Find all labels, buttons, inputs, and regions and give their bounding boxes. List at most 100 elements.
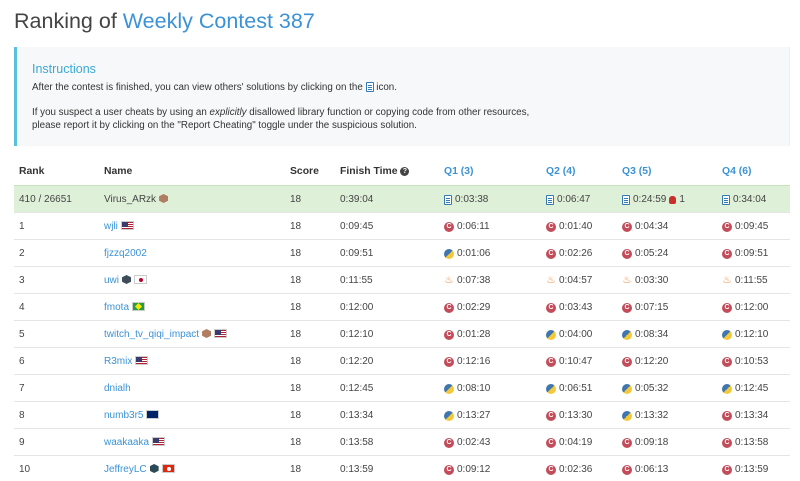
submission-time[interactable]: 0:01:28 [457,329,490,340]
col-q4-header[interactable]: Q4 (6) [722,166,751,177]
submission-time[interactable]: 0:09:18 [635,437,668,448]
python-lang-icon[interactable] [444,248,454,259]
col-q1-header[interactable]: Q1 (3) [444,166,473,177]
submission-time[interactable]: 0:09:45 [735,221,768,232]
submission-time[interactable]: 0:34:04 [733,194,766,205]
java-lang-icon[interactable]: ♨ [722,275,732,286]
submission-time[interactable]: 0:13:34 [735,410,768,421]
cpp-lang-icon[interactable]: C [722,464,732,475]
cpp-lang-icon[interactable]: C [546,302,556,313]
cpp-lang-icon[interactable]: C [722,356,732,367]
cpp-lang-icon[interactable]: C [722,437,732,448]
submission-time[interactable]: 0:01:40 [559,221,592,232]
user-link[interactable]: R3mix [104,356,132,367]
user-link[interactable]: JeffreyLC [104,464,147,475]
python-lang-icon[interactable] [722,383,732,394]
user-link[interactable]: uwi [104,275,119,286]
python-lang-icon[interactable] [622,410,632,421]
submission-time[interactable]: 0:04:34 [635,221,668,232]
user-link[interactable]: fjzzq2002 [104,248,147,259]
submission-time[interactable]: 0:12:45 [735,383,768,394]
submission-time[interactable]: 0:13:30 [559,410,592,421]
submission-time[interactable]: 0:06:11 [457,221,490,232]
cpp-lang-icon[interactable]: C [722,248,732,259]
user-link[interactable]: numb3r5 [104,410,143,421]
submission-time[interactable]: 0:12:20 [635,356,668,367]
java-lang-icon[interactable]: ♨ [622,275,632,286]
col-q3-header[interactable]: Q3 (5) [622,166,651,177]
cpp-lang-icon[interactable]: C [444,221,454,232]
java-lang-icon[interactable]: ♨ [444,275,454,286]
cpp-lang-icon[interactable]: C [546,248,556,259]
submission-time[interactable]: 0:04:00 [559,329,592,340]
cpp-lang-icon[interactable]: C [444,356,454,367]
user-link[interactable]: Virus_ARzk [104,194,156,205]
help-icon[interactable]: ? [400,167,410,176]
submission-time[interactable]: 0:07:38 [457,275,490,286]
submission-time[interactable]: 0:10:47 [559,356,592,367]
java-lang-icon[interactable]: ♨ [546,275,556,286]
cpp-lang-icon[interactable]: C [622,302,632,313]
user-link[interactable]: dnialh [104,383,131,394]
submission-time[interactable]: 0:01:06 [457,248,490,259]
solution-doc-icon[interactable] [444,194,452,205]
submission-time[interactable]: 0:02:26 [559,248,592,259]
submission-time[interactable]: 0:12:10 [735,329,768,340]
solution-doc-icon[interactable] [622,194,630,205]
cpp-lang-icon[interactable]: C [622,248,632,259]
submission-time[interactable]: 0:08:34 [635,329,668,340]
python-lang-icon[interactable] [722,329,732,340]
cpp-lang-icon[interactable]: C [546,356,556,367]
submission-time[interactable]: 0:02:36 [559,464,592,475]
user-link[interactable]: fmota [104,302,129,313]
cpp-lang-icon[interactable]: C [622,356,632,367]
python-lang-icon[interactable] [444,410,454,421]
cpp-lang-icon[interactable]: C [622,221,632,232]
submission-time[interactable]: 0:09:12 [457,464,490,475]
submission-time[interactable]: 0:08:10 [457,383,490,394]
cpp-lang-icon[interactable]: C [444,464,454,475]
python-lang-icon[interactable] [622,383,632,394]
cpp-lang-icon[interactable]: C [722,410,732,421]
cpp-lang-icon[interactable]: C [722,221,732,232]
cpp-lang-icon[interactable]: C [622,464,632,475]
cpp-lang-icon[interactable]: C [622,437,632,448]
submission-time[interactable]: 0:06:47 [557,194,590,205]
cpp-lang-icon[interactable]: C [444,329,454,340]
cpp-lang-icon[interactable]: C [722,302,732,313]
submission-time[interactable]: 0:02:29 [457,302,490,313]
submission-time[interactable]: 0:13:59 [735,464,768,475]
submission-time[interactable]: 0:11:55 [735,275,768,286]
submission-time[interactable]: 0:13:27 [457,410,490,421]
submission-time[interactable]: 0:24:59 [633,194,666,205]
col-q2-header[interactable]: Q2 (4) [546,166,575,177]
cpp-lang-icon[interactable]: C [546,464,556,475]
python-lang-icon[interactable] [546,383,556,394]
cpp-lang-icon[interactable]: C [546,437,556,448]
submission-time[interactable]: 0:03:38 [455,194,488,205]
submission-time[interactable]: 0:13:58 [735,437,768,448]
submission-time[interactable]: 0:06:51 [559,383,592,394]
python-lang-icon[interactable] [622,329,632,340]
cpp-lang-icon[interactable]: C [546,410,556,421]
submission-time[interactable]: 0:05:32 [635,383,668,394]
submission-time[interactable]: 0:10:53 [735,356,768,367]
submission-time[interactable]: 0:04:19 [559,437,592,448]
submission-time[interactable]: 0:02:43 [457,437,490,448]
user-link[interactable]: wjli [104,221,118,232]
submission-time[interactable]: 0:12:00 [735,302,768,313]
solution-doc-icon[interactable] [722,194,730,205]
submission-time[interactable]: 0:07:15 [635,302,668,313]
python-lang-icon[interactable] [546,329,556,340]
submission-time[interactable]: 0:04:57 [559,275,592,286]
user-link[interactable]: twitch_tv_qiqi_impact [104,329,199,340]
submission-time[interactable]: 0:03:43 [559,302,592,313]
solution-doc-icon[interactable] [546,194,554,205]
contest-link[interactable]: Weekly Contest 387 [123,9,315,33]
user-link[interactable]: waakaaka [104,437,149,448]
submission-time[interactable]: 0:09:51 [735,248,768,259]
submission-time[interactable]: 0:03:30 [635,275,668,286]
cpp-lang-icon[interactable]: C [444,437,454,448]
submission-time[interactable]: 0:12:16 [457,356,490,367]
submission-time[interactable]: 0:05:24 [635,248,668,259]
